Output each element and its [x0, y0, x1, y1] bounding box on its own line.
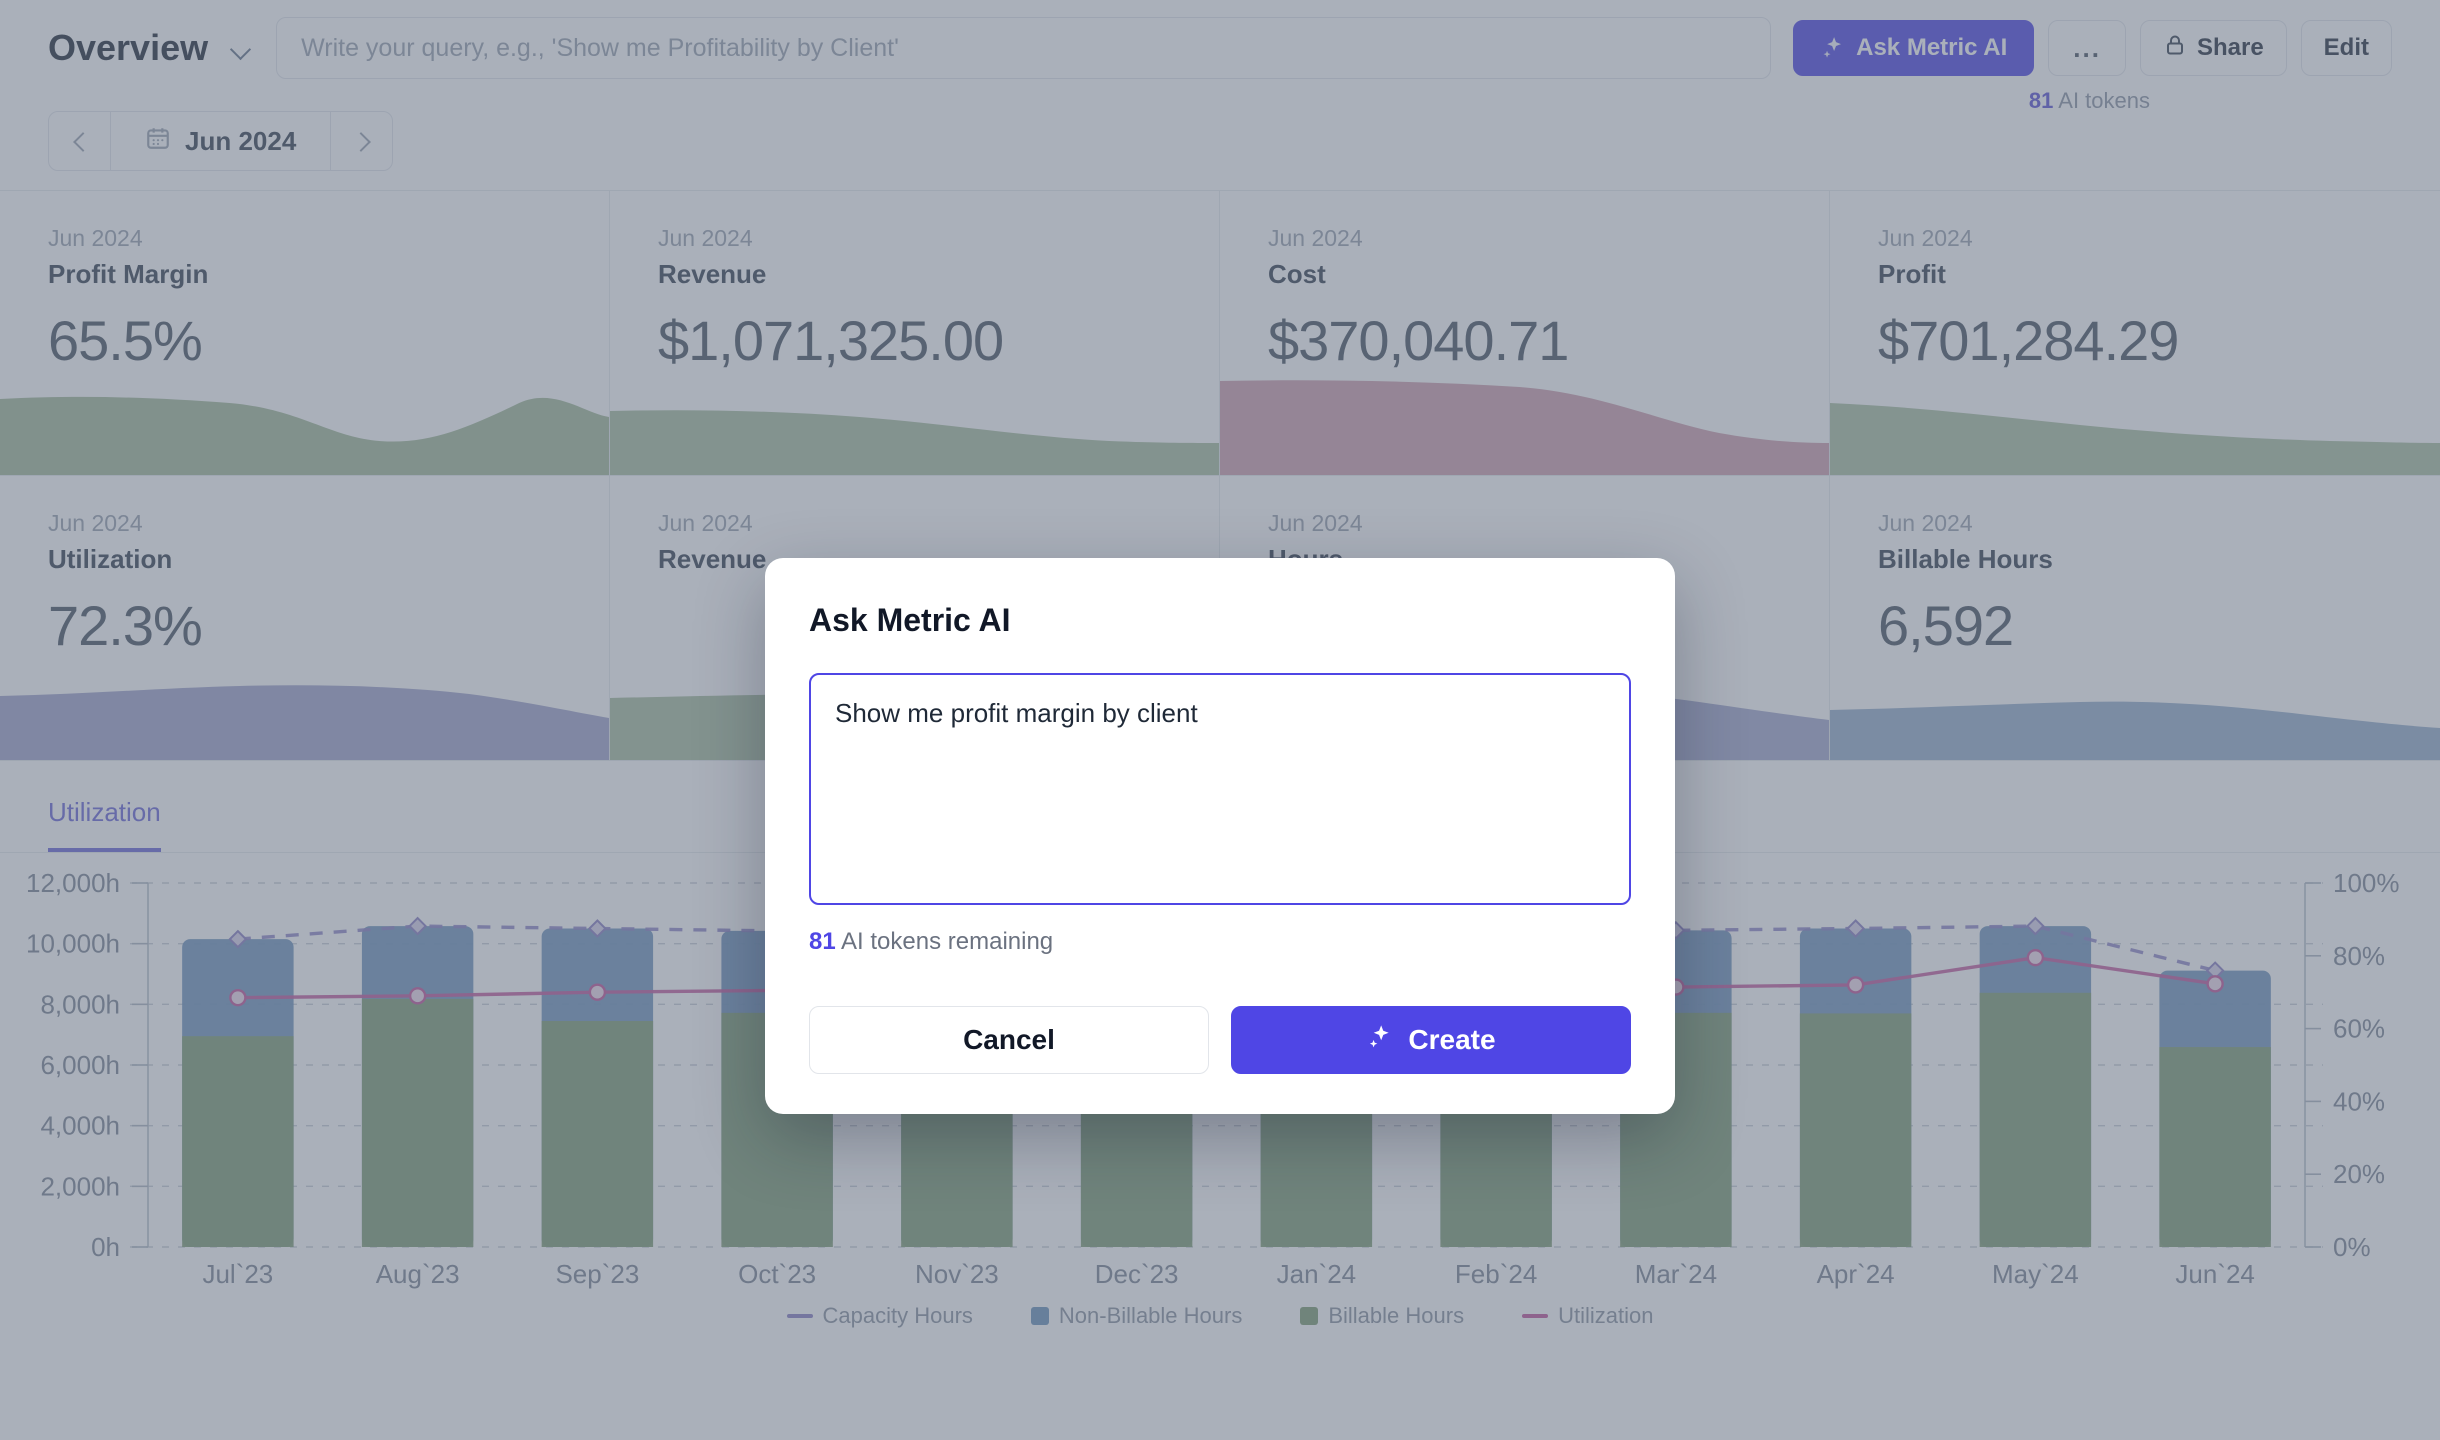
ask-metric-ai-modal: Ask Metric AI 81 AI tokens remaining Can…: [765, 558, 1675, 1114]
create-label: Create: [1408, 1024, 1496, 1055]
cancel-button[interactable]: Cancel: [809, 1006, 1209, 1074]
create-button[interactable]: Create: [1231, 1006, 1631, 1074]
modal-title: Ask Metric AI: [809, 602, 1011, 638]
tokens-remaining-count: 81: [809, 928, 836, 955]
tokens-remaining-hint: 81 AI tokens remaining: [809, 928, 1631, 956]
modal-actions: Cancel Create: [809, 1006, 1631, 1074]
sparkle-icon: [1366, 1023, 1394, 1058]
ai-query-textarea[interactable]: [809, 673, 1631, 905]
tokens-remaining-label: AI tokens remaining: [841, 928, 1054, 955]
modal-layer: Ask Metric AI 81 AI tokens remaining Can…: [0, 0, 2440, 1440]
